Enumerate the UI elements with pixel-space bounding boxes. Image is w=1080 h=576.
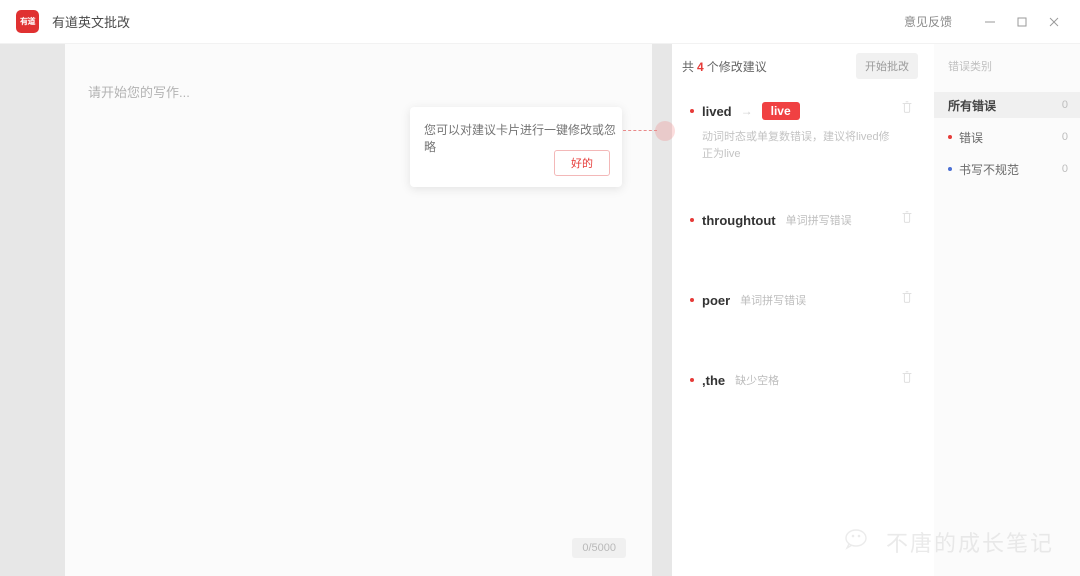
severity-dot-icon bbox=[690, 218, 694, 222]
app-window: 有道 有道英文批改 意见反馈 请开始您的写作... 0/5000 共 4 个修改… bbox=[0, 0, 1080, 576]
start-correction-button[interactable]: 开始批改 bbox=[856, 53, 918, 79]
suggestion-error-type: 单词拼写错误 bbox=[785, 215, 852, 227]
tooltip-target-highlight bbox=[655, 121, 675, 141]
suggestion-description: 动词时态或单复数错误，建议将lived修正为live bbox=[702, 131, 890, 160]
severity-dot-icon bbox=[690, 298, 694, 302]
app-logo-icon: 有道 bbox=[16, 10, 39, 33]
suggestion-card-list: lived → live 动词时态或单复数错误，建议将lived修正为live … bbox=[672, 88, 934, 412]
tooltip-text: 您可以对建议卡片进行一键修改或忽略 bbox=[424, 123, 617, 154]
suggestion-card-row: lived → live bbox=[690, 102, 920, 120]
suggestion-card[interactable]: lived → live 动词时态或单复数错误，建议将lived修正为live bbox=[680, 88, 926, 172]
suggestion-card-row: poer 单词拼写错误 bbox=[690, 292, 920, 308]
category-count: 0 bbox=[1061, 131, 1068, 143]
severity-dot-icon bbox=[690, 109, 694, 113]
category-item-all-errors[interactable]: 所有错误 0 bbox=[934, 92, 1080, 118]
suggestion-card-row: ,the 缺少空格 bbox=[690, 372, 920, 388]
suggestion-card[interactable]: poer 单词拼写错误 bbox=[680, 278, 926, 332]
character-counter: 0/5000 bbox=[572, 538, 626, 558]
trash-icon[interactable] bbox=[900, 290, 916, 306]
suggestion-card[interactable]: throughtout 单词拼写错误 bbox=[680, 198, 926, 252]
suggestion-error-type: 缺少空格 bbox=[735, 375, 780, 387]
titlebar: 有道 有道英文批改 意见反馈 bbox=[0, 0, 1080, 44]
suggestions-count: 共 4 个修改建议 bbox=[682, 58, 767, 75]
maximize-icon[interactable] bbox=[1006, 0, 1038, 44]
category-count: 0 bbox=[1061, 163, 1068, 175]
suggestions-panel: 共 4 个修改建议 开始批改 lived → live 动词时态或单复数错误，建议将… bbox=[672, 44, 934, 576]
tooltip-ok-button[interactable]: 好的 bbox=[554, 150, 610, 176]
suggestion-word: throughtout bbox=[702, 212, 776, 228]
error-category-panel: 错误类别 所有错误 0 错误 0 书写不规范 0 bbox=[934, 44, 1080, 576]
category-label: 书写不规范 bbox=[959, 162, 1020, 177]
arrow-right-icon: → bbox=[740, 104, 753, 118]
category-dot-icon bbox=[948, 135, 952, 139]
category-item-style[interactable]: 书写不规范 0 bbox=[934, 156, 1080, 182]
suggestion-word: ,the bbox=[702, 372, 726, 388]
app-title: 有道英文批改 bbox=[52, 15, 131, 30]
close-icon[interactable] bbox=[1038, 0, 1070, 44]
category-dot-icon bbox=[948, 167, 952, 171]
onboarding-tooltip: 您可以对建议卡片进行一键修改或忽略 好的 bbox=[410, 107, 622, 187]
severity-dot-icon bbox=[690, 378, 694, 382]
trash-icon[interactable] bbox=[900, 210, 916, 226]
suggestion-card[interactable]: ,the 缺少空格 bbox=[680, 358, 926, 412]
suggestion-error-type: 单词拼写错误 bbox=[740, 295, 807, 307]
minimize-icon[interactable] bbox=[974, 0, 1006, 44]
trash-icon[interactable] bbox=[900, 370, 916, 386]
tooltip-connector-line bbox=[623, 130, 657, 131]
window-controls: 意见反馈 bbox=[904, 0, 1080, 44]
suggestion-card-row: throughtout 单词拼写错误 bbox=[690, 212, 920, 228]
count-number: 4 bbox=[697, 59, 704, 74]
category-item-errors[interactable]: 错误 0 bbox=[934, 124, 1080, 150]
feedback-link[interactable]: 意见反馈 bbox=[904, 13, 952, 30]
trash-icon[interactable] bbox=[900, 100, 916, 116]
category-panel-title: 错误类别 bbox=[948, 61, 992, 73]
category-label: 所有错误 bbox=[948, 98, 997, 113]
suggestions-header: 共 4 个修改建议 开始批改 bbox=[672, 44, 934, 88]
count-suffix: 个修改建议 bbox=[706, 59, 767, 74]
editor-placeholder: 请开始您的写作... bbox=[88, 85, 190, 100]
category-count: 0 bbox=[1061, 99, 1068, 111]
category-label: 错误 bbox=[959, 130, 984, 145]
suggestion-word: lived bbox=[702, 103, 732, 119]
count-prefix: 共 bbox=[682, 59, 695, 74]
suggestion-fix-badge[interactable]: live bbox=[761, 102, 800, 120]
suggestion-word: poer bbox=[702, 292, 731, 308]
left-gutter bbox=[0, 44, 65, 576]
